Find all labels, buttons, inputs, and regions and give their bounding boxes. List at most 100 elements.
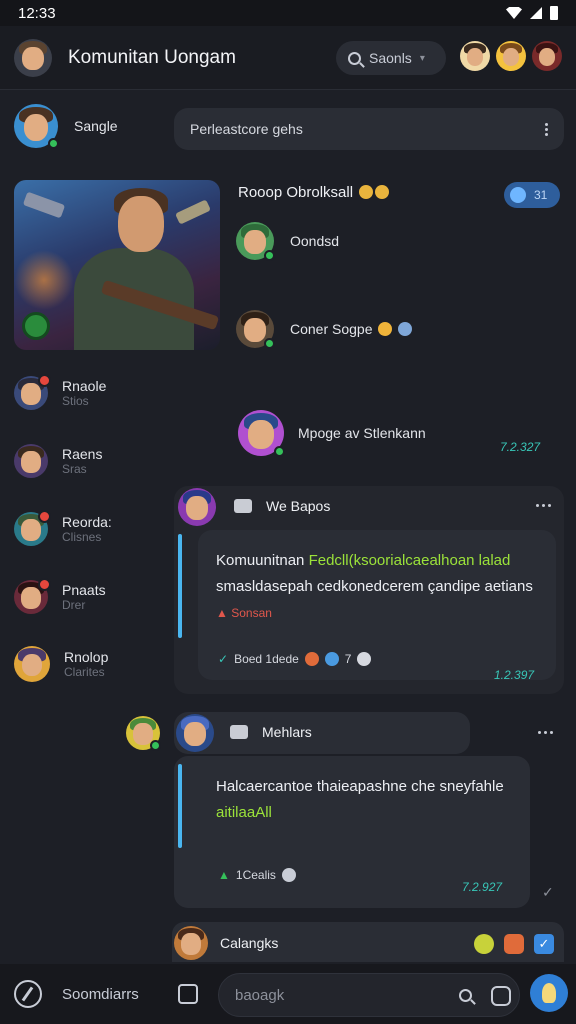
read-check-icon: ✓ xyxy=(542,884,554,900)
header-avatars xyxy=(460,41,562,71)
pinned-badge[interactable]: 31 xyxy=(504,182,560,208)
reactions-row[interactable]: ▲ 1Cealis xyxy=(218,868,296,882)
quote-bar xyxy=(178,764,182,848)
sidebar-item-sub: Clisnes xyxy=(62,530,102,544)
profile-button[interactable] xyxy=(530,974,568,1012)
message-header: We Bapos xyxy=(234,498,330,514)
compass-icon[interactable] xyxy=(14,980,42,1008)
message-link[interactable]: Fedcll(ksoorialcaealhoan lalad xyxy=(309,552,511,569)
user-icon xyxy=(234,499,252,513)
sidebar-item[interactable]: Pnaats Drer xyxy=(14,578,106,614)
sidebar-item[interactable]: Rnolop Clarites xyxy=(14,646,108,682)
sidebar-item-label: Sangle xyxy=(74,118,118,134)
notification-badge xyxy=(38,578,51,591)
chevron-down-icon: ▾ xyxy=(419,52,425,64)
online-indicator xyxy=(274,446,285,457)
avatar xyxy=(236,222,275,261)
sidebar-item[interactable]: Rnaole Stios xyxy=(14,374,107,410)
sidebar-item-label: Raens xyxy=(62,446,103,462)
search-icon[interactable] xyxy=(459,989,472,1002)
status-bar: 12:33 xyxy=(0,0,576,26)
sidebar-item[interactable]: Raens Sras xyxy=(14,444,102,478)
sidebar-item-label: Pnaats xyxy=(62,582,106,598)
camera-icon[interactable] xyxy=(491,986,511,1006)
member-item[interactable]: Oondsd xyxy=(236,222,340,261)
search-label: Saonls xyxy=(369,50,412,66)
avatar xyxy=(176,714,214,752)
message-text: Halcaercantoe thaieapashne che sneyfahle… xyxy=(216,778,504,821)
avatar xyxy=(14,444,48,478)
more-options-icon[interactable] xyxy=(536,504,551,507)
status-icons xyxy=(506,6,558,20)
checkbox-icon[interactable]: ✓ xyxy=(534,934,554,954)
avatar xyxy=(14,646,50,682)
member-name: Oondsd xyxy=(290,233,340,249)
avatar xyxy=(14,374,51,410)
reaction-icon[interactable] xyxy=(324,652,339,666)
avatar xyxy=(174,926,208,960)
emoji-icon xyxy=(359,185,374,199)
signal-icon xyxy=(530,7,542,19)
sticker-icon[interactable] xyxy=(504,934,524,954)
sender-name: We Bapos xyxy=(266,498,331,514)
search-button[interactable]: Saonls ▾ xyxy=(336,41,446,75)
reaction-icon[interactable] xyxy=(281,868,296,882)
battery-icon xyxy=(550,6,558,20)
header-avatar[interactable] xyxy=(532,41,562,71)
featured-image[interactable] xyxy=(14,180,220,350)
chat-icon[interactable] xyxy=(178,984,198,1004)
app-title: Komunitan Uongam xyxy=(68,46,236,68)
message-note: ▲ Sonsan xyxy=(216,606,272,620)
message-text: Komuunitnan Fedcll(ksoorialcaealhoan lal… xyxy=(216,552,533,595)
reactions-label: Boed 1dede xyxy=(234,652,299,666)
avatar xyxy=(236,310,275,349)
reaction-icon[interactable] xyxy=(304,652,319,666)
online-indicator xyxy=(264,338,275,349)
pinned-count: 31 xyxy=(534,188,548,202)
avatar xyxy=(126,716,161,751)
online-indicator xyxy=(264,250,275,261)
notification-badge xyxy=(38,510,51,523)
sender-name: Mehlars xyxy=(262,724,312,740)
member-item[interactable]: Coner Sogpe xyxy=(236,310,413,349)
sidebar-item[interactable]: Reorda: Clisnes xyxy=(14,510,112,546)
reactions-label: 1Cealis xyxy=(235,868,276,882)
user-icon xyxy=(230,725,248,739)
chat-title-text: Rooop Obrolksall xyxy=(238,184,354,201)
reaction-count: 7 xyxy=(344,652,352,666)
message-input[interactable]: baoagk xyxy=(218,973,520,1017)
bottom-left-label[interactable]: Soomdiarrs xyxy=(62,986,139,1003)
more-options-icon[interactable] xyxy=(538,731,553,734)
message-input-placeholder: baoagk xyxy=(235,986,285,1004)
timestamp: 7.2.327 xyxy=(500,440,541,454)
reaction-icon[interactable] xyxy=(357,652,372,666)
avatar xyxy=(14,104,59,149)
chat-bubble-icon xyxy=(22,312,50,340)
reactions-row[interactable]: ✓ Boed 1dede 7 xyxy=(218,652,372,666)
member-name: Mpoge av Stlenkann xyxy=(298,425,426,441)
user-icon xyxy=(542,983,556,1003)
header-avatar[interactable] xyxy=(496,41,526,71)
timestamp: 1.2.397 xyxy=(494,668,535,682)
sidebar-item-sub: Clarites xyxy=(64,665,105,679)
member-item[interactable]: Mpoge av Stlenkann 7.2.327 xyxy=(238,398,558,468)
sidebar-item-sub: Stios xyxy=(62,394,89,408)
chat-title: Rooop Obrolksall xyxy=(238,184,390,201)
message-header: Mehlars xyxy=(230,724,312,740)
topic-bar[interactable]: Perleastcore gehs xyxy=(174,108,564,150)
timestamp: 7.2.927 xyxy=(462,880,503,894)
message-header-bar xyxy=(174,712,470,754)
sidebar-item-sangle[interactable]: Sangle xyxy=(14,104,118,149)
emoji-icon xyxy=(375,185,390,199)
status-time: 12:33 xyxy=(18,4,56,22)
sidebar-item-label: Rnaole xyxy=(62,378,107,394)
sidebar-item-label: Rnolop xyxy=(64,649,109,665)
emoji-icon[interactable] xyxy=(474,934,494,954)
header-avatar[interactable] xyxy=(460,41,490,71)
message-link[interactable]: aitilaaAll xyxy=(216,804,272,821)
sidebar-item-label: Reorda: xyxy=(62,514,112,530)
chat-row-label: Calangks xyxy=(220,935,279,951)
shield-icon xyxy=(510,187,526,203)
community-avatar[interactable] xyxy=(14,38,52,77)
more-options-icon[interactable] xyxy=(545,122,548,136)
